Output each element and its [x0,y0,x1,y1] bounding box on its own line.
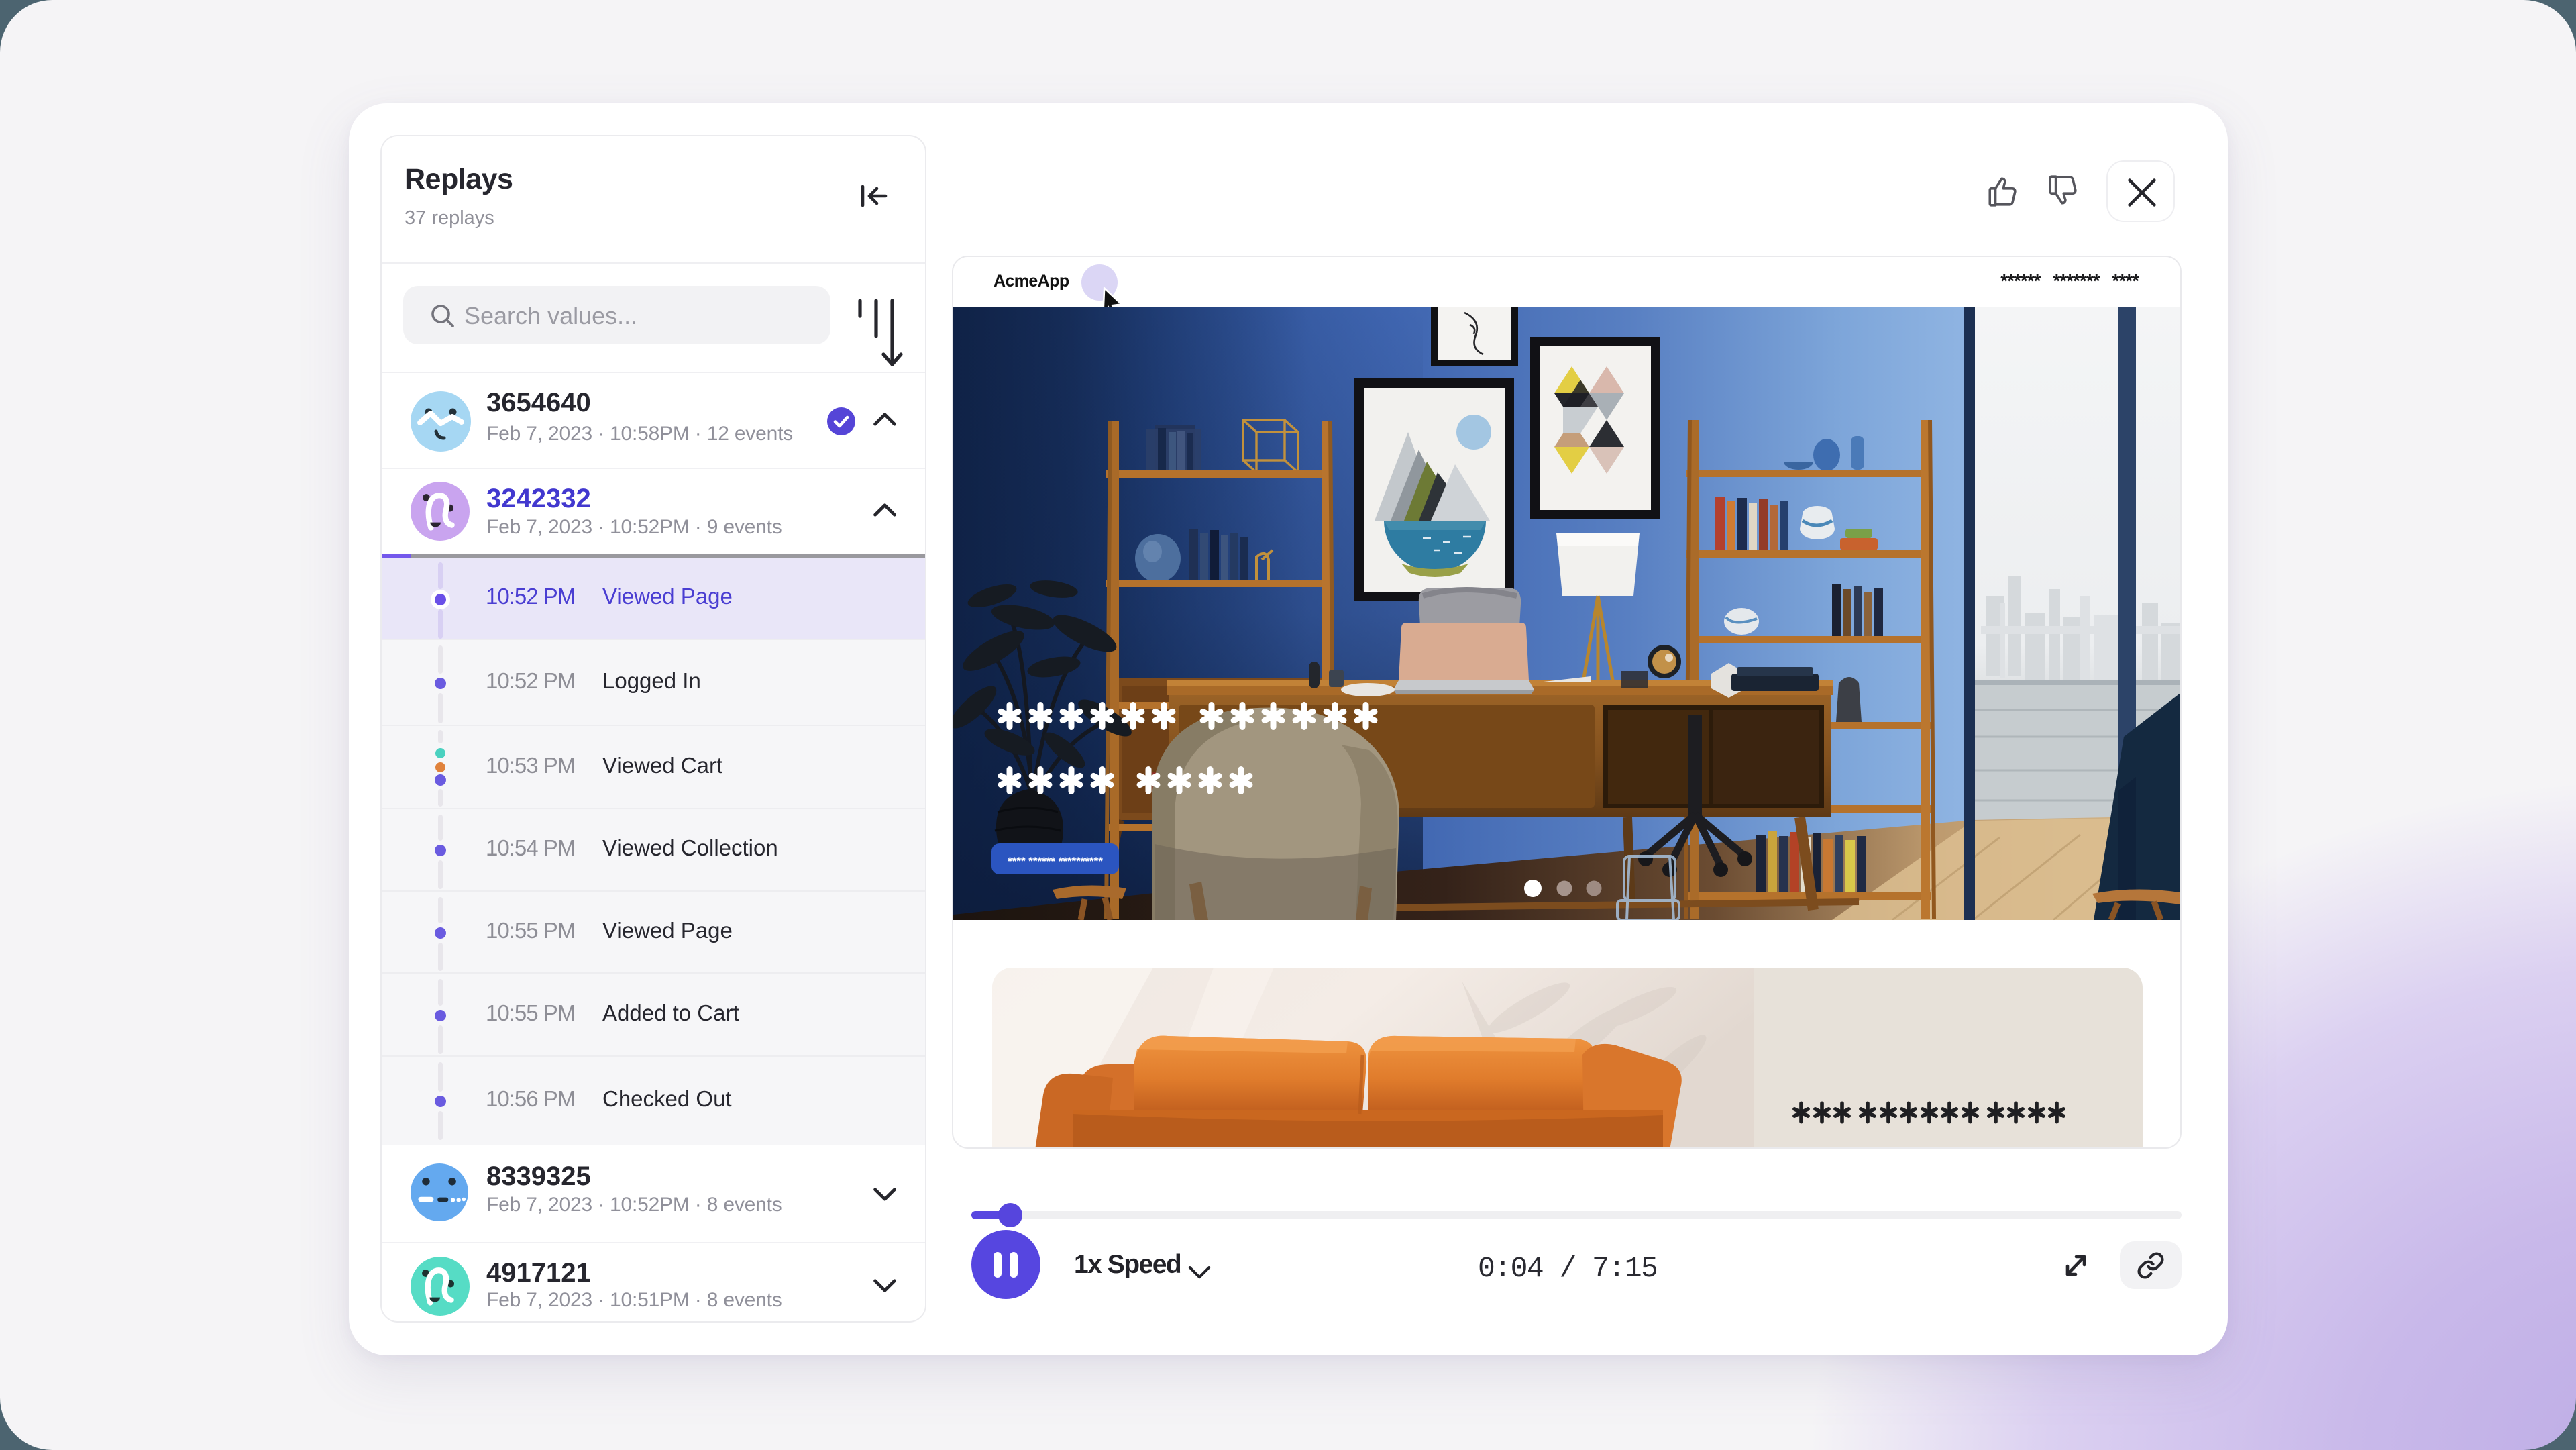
svg-text:**** ****** **********: **** ****** ********** [1008,855,1103,868]
